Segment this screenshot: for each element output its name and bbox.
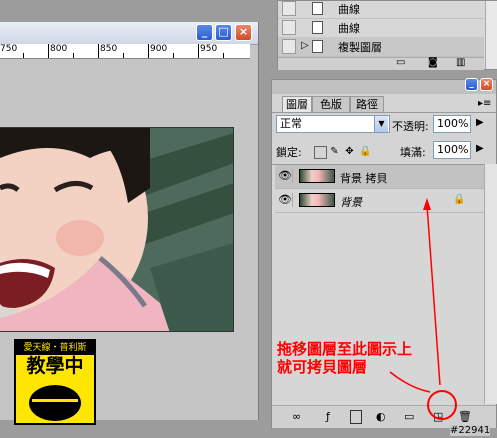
annotation-text: 拖移圖層至此圖示上 就可拷貝圖層 [277, 340, 412, 376]
annotation-line-1: 拖移圖層至此圖示上 [277, 340, 413, 358]
annotation-overlay [389, 198, 457, 420]
annotation-line-2: 就可拷貝圖層 [277, 358, 368, 376]
watermark: #22941 [450, 425, 491, 436]
